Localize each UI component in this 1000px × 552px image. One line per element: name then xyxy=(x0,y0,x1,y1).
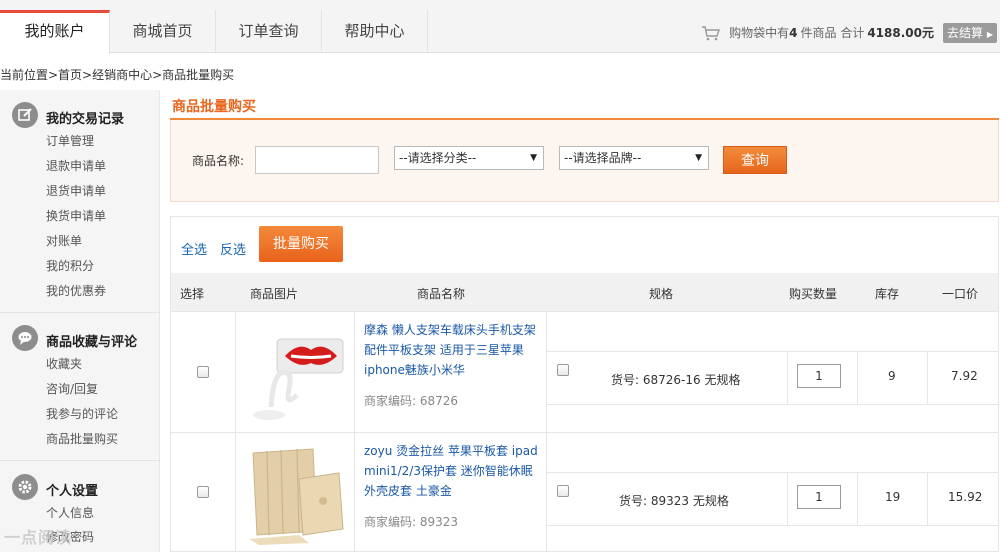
table-row: zoyu 烫金拉丝 苹果平板套 ipad mini1/2/3保护套 迷你智能休眠… xyxy=(171,432,998,552)
merchant-code-label: 商家编码: xyxy=(364,394,417,408)
divider xyxy=(354,433,355,552)
sku-spec: 货号: 89323 无规格 xyxy=(619,494,729,508)
product-name-input[interactable] xyxy=(255,146,379,174)
sidebar: 我的交易记录 订单管理 退款申请单 退货申请单 换货申请单 对账单 我的积分 我… xyxy=(0,90,160,552)
brand-select-value: --请选择品牌-- xyxy=(564,151,642,165)
product-name-link[interactable]: zoyu 烫金拉丝 苹果平板套 ipad mini1/2/3保护套 迷你智能休眠… xyxy=(364,441,542,501)
divider xyxy=(927,473,928,525)
product-name-link[interactable]: 摩森 懒人支架车载床头手机支架配件平板支架 适用于三星苹果iphone魅族小米华 xyxy=(364,320,542,380)
sidebar-item-consult[interactable]: 咨询/回复 xyxy=(46,380,98,397)
sidebar-item-profile[interactable]: 个人信息 xyxy=(46,504,94,521)
breadcrumb: 当前位置>首页>经销商中心>商品批量购买 xyxy=(0,68,235,82)
gear-icon xyxy=(12,474,38,500)
checkout-button[interactable]: 去结算 ▶ xyxy=(943,23,997,43)
divider xyxy=(0,460,160,461)
page-title: 商品批量购买 xyxy=(172,99,256,115)
top-nav: 我的账户 商城首页 订单查询 帮助中心 购物袋中有 4 件商品 合计 4188.00元… xyxy=(0,0,1000,54)
tab-order-query[interactable]: 订单查询 xyxy=(216,10,322,53)
merchant-code: 商家编码: 89323 xyxy=(364,513,458,530)
checkout-label: 去结算 xyxy=(947,26,984,40)
column-header: 商品名称 xyxy=(417,287,466,301)
product-table: 全选 反选 批量购买 选择 商品图片 商品名称 规格 购买数量 库存 一口价 摩… xyxy=(170,216,999,552)
column-header: 一口价 xyxy=(942,287,979,301)
category-select[interactable]: --请选择分类-- ▼ xyxy=(394,146,544,170)
tab-help-center[interactable]: 帮助中心 xyxy=(322,10,428,53)
column-header: 购买数量 xyxy=(789,287,838,301)
divider xyxy=(235,312,236,432)
column-header: 规格 xyxy=(649,287,674,301)
sidebar-section-title: 商品收藏与评论 xyxy=(46,335,138,350)
table-header: 选择 商品图片 商品名称 规格 购买数量 库存 一口价 xyxy=(171,273,998,311)
sidebar-item-favorites[interactable]: 收藏夹 xyxy=(46,355,82,372)
chevron-down-icon: ▼ xyxy=(530,153,537,163)
product-image xyxy=(239,439,353,549)
merchant-code-value: 89323 xyxy=(419,515,459,529)
stock-value: 19 xyxy=(885,490,901,504)
sidebar-item-return[interactable]: 退货申请单 xyxy=(46,182,106,199)
sidebar-section-title: 我的交易记录 xyxy=(46,112,125,127)
sidebar-section-trade: 我的交易记录 xyxy=(0,100,160,130)
quantity-input[interactable]: 1 xyxy=(797,364,841,388)
sidebar-item-points[interactable]: 我的积分 xyxy=(46,257,94,274)
cart-prefix: 购物袋中有 xyxy=(729,26,790,40)
divider xyxy=(857,473,858,525)
sidebar-item-exchange[interactable]: 换货申请单 xyxy=(46,207,106,224)
watermark: 一点阅读 xyxy=(4,528,73,547)
product-image xyxy=(239,317,353,427)
row-checkbox[interactable] xyxy=(197,486,209,498)
price-value: 15.92 xyxy=(948,490,983,504)
select-all-link[interactable]: 全选 xyxy=(181,239,207,258)
sidebar-item-refund[interactable]: 退款申请单 xyxy=(46,157,106,174)
merchant-code-label: 商家编码: xyxy=(364,515,417,529)
cart-mid: 件商品 合计 xyxy=(800,26,865,40)
sidebar-item-orders[interactable]: 订单管理 xyxy=(46,132,94,149)
category-select-value: --请选择分类-- xyxy=(399,151,477,165)
divider xyxy=(0,312,160,313)
column-header: 商品图片 xyxy=(250,287,299,301)
edit-icon xyxy=(12,102,38,128)
product-name-label: 商品名称: xyxy=(192,154,245,168)
divider xyxy=(927,352,928,404)
divider xyxy=(354,312,355,432)
divider xyxy=(787,352,788,404)
sku-row: 货号: 89323 无规格 1 19 15.92 xyxy=(547,472,998,526)
cart-icon xyxy=(702,25,721,40)
cart-total: 4188.00元 xyxy=(867,26,934,40)
tab-mall-home[interactable]: 商城首页 xyxy=(110,10,216,53)
sku-row: 货号: 68726-16 无规格 1 9 7.92 xyxy=(547,351,998,405)
sidebar-item-my-reviews[interactable]: 我参与的评论 xyxy=(46,405,118,422)
merchant-code: 商家编码: 68726 xyxy=(364,392,458,409)
sku-spec: 货号: 68726-16 无规格 xyxy=(611,373,741,387)
cart-count: 4 xyxy=(789,25,798,40)
price-value: 7.92 xyxy=(951,369,978,383)
tab-my-account[interactable]: 我的账户 xyxy=(0,10,110,54)
sidebar-item-statement[interactable]: 对账单 xyxy=(46,232,82,249)
chat-icon xyxy=(12,325,38,351)
sidebar-section-settings: 个人设置 xyxy=(0,472,160,502)
sidebar-section-favorites: 商品收藏与评论 xyxy=(0,323,160,353)
batch-buy-button[interactable]: 批量购买 xyxy=(259,226,343,262)
brand-select[interactable]: --请选择品牌-- ▼ xyxy=(559,146,709,170)
cart-summary[interactable]: 购物袋中有 4 件商品 合计 4188.00元 xyxy=(701,24,934,41)
column-header: 选择 xyxy=(180,287,205,301)
column-header: 库存 xyxy=(875,287,900,301)
sidebar-item-coupons[interactable]: 我的优惠券 xyxy=(46,282,106,299)
sidebar-item-batch-buy[interactable]: 商品批量购买 xyxy=(46,430,118,447)
arrow-right-icon: ▶ xyxy=(986,30,993,39)
divider xyxy=(787,473,788,525)
divider xyxy=(857,352,858,404)
sku-checkbox[interactable] xyxy=(557,364,569,376)
chevron-down-icon: ▼ xyxy=(695,153,702,163)
row-checkbox[interactable] xyxy=(197,366,209,378)
query-button[interactable]: 查询 xyxy=(723,146,787,174)
table-row: 摩森 懒人支架车载床头手机支架配件平板支架 适用于三星苹果iphone魅族小米华… xyxy=(171,311,998,432)
invert-selection-link[interactable]: 反选 xyxy=(220,239,246,258)
divider xyxy=(235,433,236,552)
search-panel: 商品名称: --请选择分类-- ▼ --请选择品牌-- ▼ 查询 xyxy=(170,120,999,202)
merchant-code-value: 68726 xyxy=(419,394,459,408)
stock-value: 9 xyxy=(888,369,896,383)
sku-checkbox[interactable] xyxy=(557,485,569,497)
quantity-input[interactable]: 1 xyxy=(797,485,841,509)
sidebar-section-title: 个人设置 xyxy=(46,484,99,499)
